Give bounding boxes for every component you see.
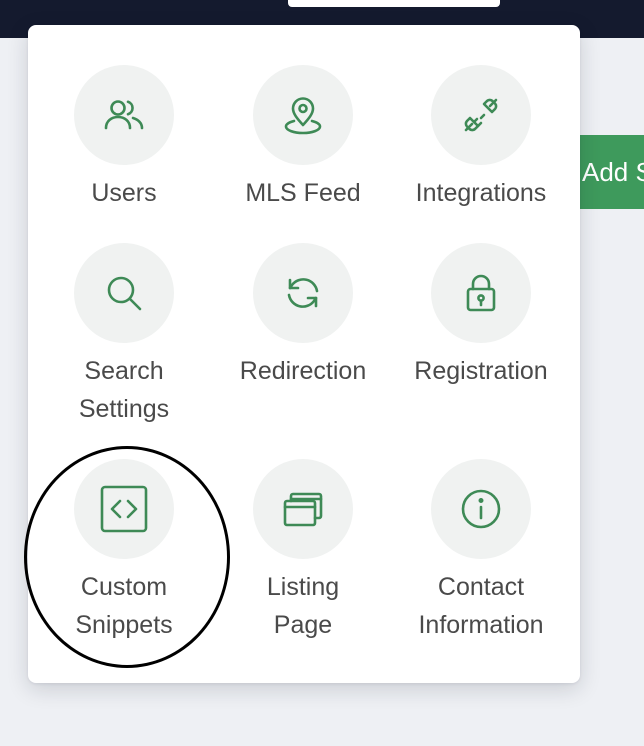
info-icon [461, 489, 501, 529]
menu-item-label: Custom Snippets [75, 573, 173, 639]
info-icon-circle [431, 459, 531, 559]
code-icon [100, 485, 148, 533]
menu-item-redirection[interactable]: Redirection [214, 243, 392, 390]
menu-item-users[interactable]: Users [35, 65, 213, 212]
code-icon-circle [74, 459, 174, 559]
map-pin-icon-circle [253, 65, 353, 165]
menu-item-contact-information[interactable]: Contact Information [392, 459, 570, 644]
menu-item-label: Contact Information [418, 573, 544, 639]
menu-item-label: Listing Page [266, 573, 340, 639]
users-icon [104, 100, 144, 130]
lock-icon [466, 274, 496, 312]
menu-item-listing-page[interactable]: Listing Page [214, 459, 392, 644]
windows-icon [283, 492, 323, 527]
topbar-search-field[interactable] [288, 0, 500, 7]
menu-item-label: Users [91, 179, 157, 207]
menu-item-label: Search Settings [78, 357, 170, 423]
refresh-icon [287, 278, 319, 308]
menu-item-registration[interactable]: Registration [392, 243, 570, 390]
search-icon-circle [74, 243, 174, 343]
menu-item-label: Redirection [239, 357, 367, 385]
plug-icon-circle [431, 65, 531, 165]
lock-icon-circle [431, 243, 531, 343]
menu-item-custom-snippets[interactable]: Custom Snippets [35, 459, 213, 644]
menu-item-mls-feed[interactable]: MLS Feed [214, 65, 392, 212]
menu-item-label: Registration [414, 357, 548, 385]
plug-icon [464, 98, 498, 132]
users-icon-circle [74, 65, 174, 165]
refresh-icon-circle [253, 243, 353, 343]
settings-menu-panel: Users MLS Feed Integrations Search Setti… [28, 25, 580, 683]
map-pin-icon [284, 97, 322, 135]
windows-icon-circle [253, 459, 353, 559]
menu-item-label: Integrations [415, 179, 547, 207]
menu-item-search-settings[interactable]: Search Settings [35, 243, 213, 428]
menu-item-integrations[interactable]: Integrations [392, 65, 570, 212]
menu-item-label: MLS Feed [245, 179, 361, 207]
search-icon [107, 276, 142, 311]
